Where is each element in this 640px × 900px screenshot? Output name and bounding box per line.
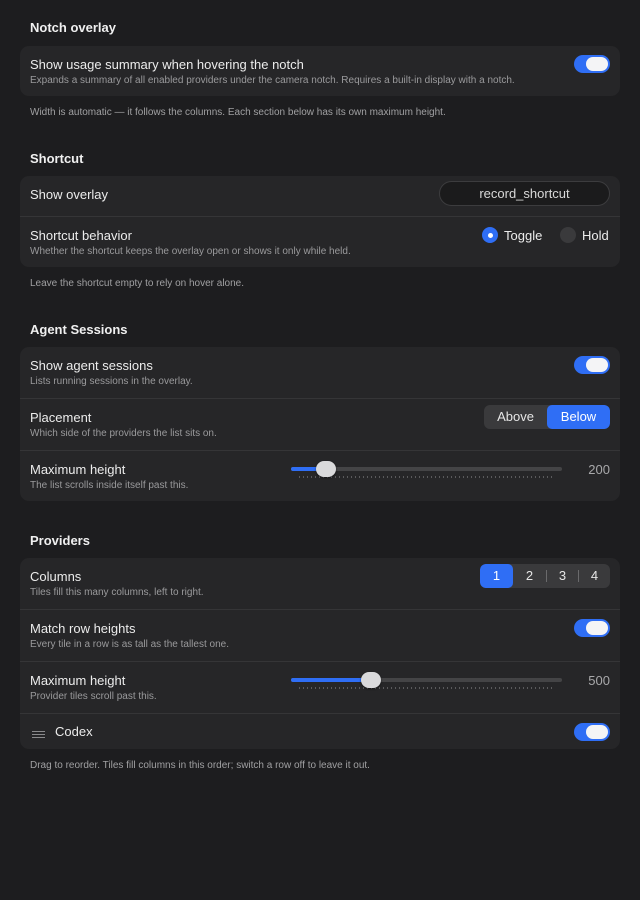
notch-note: Width is automatic — it follows the colu… [30, 107, 446, 118]
section-title-notch: Notch overlay [30, 20, 116, 35]
radio-toggle-label: Toggle [504, 227, 543, 243]
agent-max-height-value: 200 [588, 462, 610, 477]
slider-ticks [299, 476, 554, 478]
columns-option-2[interactable]: 2 [513, 564, 546, 588]
slider-fill [291, 678, 372, 682]
slider-ticks [299, 687, 554, 689]
placement-row: Placement Which side of the providers th… [20, 398, 620, 450]
match-row-heights-subtitle: Every tile in a row is as tall as the ta… [30, 639, 229, 650]
placement-segmented: Above Below [484, 405, 610, 429]
match-row-heights-title: Match row heights [30, 621, 136, 636]
section-title-providers: Providers [30, 533, 90, 548]
section-title-shortcut: Shortcut [30, 151, 84, 166]
toggle-knob [586, 725, 608, 739]
columns-segmented: 1 2 3 4 [480, 564, 610, 588]
columns-row: Columns Tiles fill this many columns, le… [20, 558, 620, 609]
radio-hold-label: Hold [582, 227, 609, 243]
shortcut-behavior-row: Shortcut behavior Whether the shortcut k… [20, 216, 620, 267]
placement-title: Placement [30, 410, 92, 425]
provider-max-height-slider[interactable] [291, 671, 562, 691]
columns-title: Columns [30, 569, 82, 584]
placement-above-option[interactable]: Above [484, 405, 547, 429]
shortcut-recorder-field[interactable]: record_shortcut [439, 181, 610, 206]
columns-subtitle: Tiles fill this many columns, left to ri… [30, 587, 204, 598]
match-row-heights-row: Match row heights Every tile in a row is… [20, 609, 620, 661]
provider-max-height-row: Maximum height Provider tiles scroll pas… [20, 661, 620, 713]
shortcut-note: Leave the shortcut empty to rely on hove… [30, 278, 245, 289]
notch-summary-title: Show usage summary when hovering the not… [30, 57, 304, 72]
provider-codex-label: Codex [55, 724, 93, 739]
agent-max-height-title: Maximum height [30, 462, 126, 477]
notch-summary-toggle[interactable] [574, 55, 610, 73]
provider-codex-toggle[interactable] [574, 723, 610, 741]
notch-summary-subtitle: Expands a summary of all enabled provide… [30, 75, 515, 86]
placement-below-option[interactable]: Below [547, 405, 610, 429]
agent-max-height-row: Maximum height The list scrolls inside i… [20, 450, 620, 501]
slider-thumb[interactable] [361, 672, 382, 688]
radio-toggle[interactable]: Toggle [482, 227, 542, 243]
show-agent-sessions-title: Show agent sessions [30, 358, 153, 373]
provider-max-height-value: 500 [588, 673, 610, 688]
show-overlay-row: Show overlay record_shortcut [20, 176, 620, 216]
shortcut-behavior-subtitle: Whether the shortcut keeps the overlay o… [30, 246, 351, 257]
provider-max-height-title: Maximum height [30, 673, 126, 688]
columns-option-1[interactable]: 1 [480, 564, 513, 588]
placement-subtitle: Which side of the providers the list sit… [30, 428, 217, 439]
radio-hold[interactable]: Hold [560, 227, 609, 243]
radio-toggle-dot [482, 227, 498, 243]
columns-option-4[interactable]: 4 [579, 564, 610, 588]
provider-max-height-subtitle: Provider tiles scroll past this. [30, 691, 157, 702]
provider-row-codex: Codex [20, 713, 620, 749]
section-title-agent-sessions: Agent Sessions [30, 322, 128, 337]
toggle-knob [586, 358, 608, 372]
drag-handle-icon[interactable] [32, 731, 45, 739]
match-row-heights-toggle[interactable] [574, 619, 610, 637]
notch-card: Show usage summary when hovering the not… [20, 46, 620, 96]
shortcut-behavior-title: Shortcut behavior [30, 228, 132, 243]
show-agent-sessions-toggle[interactable] [574, 356, 610, 374]
agent-max-height-slider[interactable] [291, 460, 562, 480]
agent-max-height-subtitle: The list scrolls inside itself past this… [30, 480, 189, 491]
toggle-knob [586, 57, 608, 71]
agent-sessions-card: Show agent sessions Lists running sessio… [20, 347, 620, 501]
shortcut-card: Show overlay record_shortcut Shortcut be… [20, 176, 620, 267]
slider-thumb[interactable] [316, 461, 337, 477]
show-overlay-label: Show overlay [30, 187, 109, 202]
radio-hold-dot [560, 227, 576, 243]
providers-note: Drag to reorder. Tiles fill columns in t… [30, 760, 370, 771]
columns-option-3[interactable]: 3 [547, 564, 578, 588]
show-agent-sessions-subtitle: Lists running sessions in the overlay. [30, 376, 193, 387]
toggle-knob [586, 621, 608, 635]
providers-card: Columns Tiles fill this many columns, le… [20, 558, 620, 749]
notch-summary-row: Show usage summary when hovering the not… [20, 46, 620, 96]
show-agent-sessions-row: Show agent sessions Lists running sessio… [20, 347, 620, 398]
